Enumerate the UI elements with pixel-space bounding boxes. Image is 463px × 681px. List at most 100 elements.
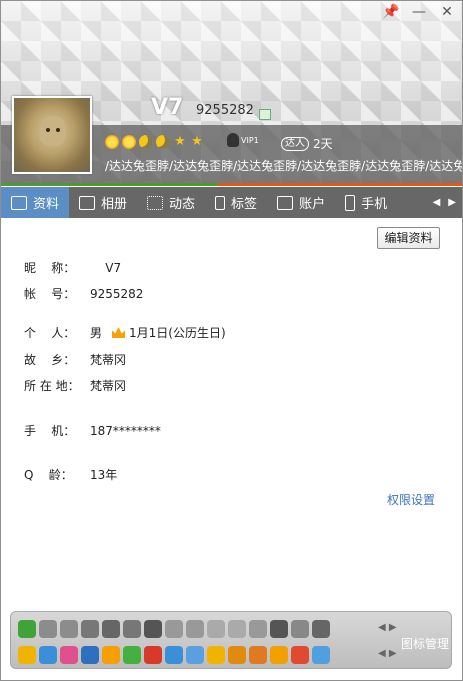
field-nickname: 昵 称： V7 [24,259,121,276]
close-icon[interactable]: ✕ [436,3,458,21]
diamond-icon[interactable] [186,620,204,638]
field-mobile: 手 机： 187******** [24,422,161,439]
tab-label: 账户 [299,197,326,212]
id-card-icon [11,195,27,210]
avatar[interactable] [12,96,92,174]
crown-icon [112,327,126,338]
penguin-icon[interactable] [228,646,246,664]
photo-icon [79,195,96,210]
moon-icon [139,135,153,149]
permission-settings-link[interactable]: 权限设置 [387,491,435,508]
chevron-right-icon[interactable]: ▶ [448,197,456,208]
tab-album[interactable]: 相册 [69,187,137,218]
star-icon: ★ [174,134,186,149]
heart-icon[interactable] [60,620,78,638]
icon-row-2 [18,646,330,664]
icon-manager-link[interactable]: 图标管理 [401,635,449,652]
gender-value: 男 [90,326,103,340]
field-label: 昵 称： [24,261,76,275]
field-label: Q 龄： [24,468,73,482]
field-label: 帐 号： [24,287,76,301]
diamond-icon[interactable] [228,620,246,638]
pin-icon[interactable]: 📌 [380,3,402,21]
tab-label: 资料 [33,197,60,212]
field-value: 13年 [90,468,118,482]
star-icon[interactable] [18,646,36,664]
edit-profile-button[interactable]: 编辑资料 [377,227,440,249]
icon-row-1 [18,620,330,638]
ranch-icon[interactable] [249,646,267,664]
field-account: 帐 号： 9255282 [24,285,143,302]
penguin-icon [227,133,239,147]
farm-icon[interactable] [270,646,288,664]
field-value: V7 [90,260,122,275]
gem-icon[interactable] [18,620,36,638]
pet-icon[interactable] [102,646,120,664]
field-label: 故 乡： [24,353,76,367]
tab-feed[interactable]: 动态 [137,187,205,218]
signature[interactable]: /达达兔歪脖/达达兔歪脖/达达兔歪脖/达达兔歪脖/达达兔歪脖/达达兔歪脖 [105,157,462,174]
tab-scroll: ◀ ▶ [433,187,456,218]
penguin-icon[interactable] [123,620,141,638]
music-icon[interactable] [60,646,78,664]
field-label: 手 机： [24,424,76,438]
field-value: 梵蒂冈 [90,353,127,367]
diamond-icon[interactable] [165,620,183,638]
diamond-icon[interactable] [102,620,120,638]
service-icon-bar: ◀ ▶ ◀ ▶ 图标管理 [10,611,452,669]
icon-row1-arrows[interactable]: ◀ ▶ [378,622,397,633]
game-icon[interactable] [144,620,162,638]
icon-row2-arrows[interactable]: ◀ ▶ [378,648,397,659]
yellow-diamond-icon[interactable] [207,646,225,664]
field-label: 个 人： [24,326,76,340]
mail-icon[interactable] [186,646,204,664]
briefcase-icon [277,195,294,210]
game-icon[interactable] [270,620,288,638]
tab-info[interactable]: 资料 [1,187,70,218]
daren-badge[interactable]: 达人 2天 [281,135,333,152]
heart-icon[interactable] [39,620,57,638]
game-icon[interactable] [123,646,141,664]
diamond-icon[interactable] [312,620,330,638]
tab-account[interactable]: 账户 [267,187,335,218]
phone-icon [345,194,356,211]
bookmark-icon [215,195,226,210]
tab-tags[interactable]: 标签 [205,187,267,218]
qzone-icon[interactable] [39,646,57,664]
diamond-icon[interactable] [291,620,309,638]
list-icon [147,195,164,210]
penguin-icon[interactable] [81,620,99,638]
field-value: 9255282 [90,286,144,301]
qq-number: 9255282 [196,103,254,118]
star-icon: ★ [191,134,203,149]
blue-diamond-icon[interactable] [165,646,183,664]
avatar-eye-right [56,128,60,132]
diamond-icon[interactable] [207,620,225,638]
vip-badge[interactable]: VIP1 [227,133,259,147]
field-value: 梵蒂冈 [90,379,127,393]
tab-label: 相册 [101,197,128,212]
sun-icon [105,135,119,149]
chevron-left-icon[interactable]: ◀ [433,197,441,208]
level-icons[interactable]: ★ ★ [105,135,204,149]
field-hometown: 故 乡： 梵蒂冈 [24,351,126,368]
tab-label: 手机 [361,197,388,212]
show-icon[interactable] [81,646,99,664]
moon-icon [156,135,170,149]
avatar-eye-left [46,128,50,132]
edit-signature-icon[interactable] [259,109,271,120]
diamond-icon[interactable] [249,620,267,638]
accent-strip [1,183,462,186]
field-location: 所 在 地： 梵蒂冈 [24,377,126,394]
profile-window: 📌 — ✕ V7 9255282 ★ ★ VIP1 达人 2天 /达达兔歪脖/达… [0,0,463,681]
avatar-face [40,116,66,146]
field-qage: Q 龄： 13年 [24,466,117,483]
nickname: V7 [151,95,184,120]
tab-phone[interactable]: 手机 [335,187,397,218]
home-icon[interactable] [312,646,330,664]
field-personal: 个 人： 男 1月1日(公历生日) [24,324,226,341]
minimize-icon[interactable]: — [408,3,430,21]
daren-days: 2天 [313,137,333,151]
pet-icon[interactable] [291,646,309,664]
red-diamond-icon[interactable] [144,646,162,664]
